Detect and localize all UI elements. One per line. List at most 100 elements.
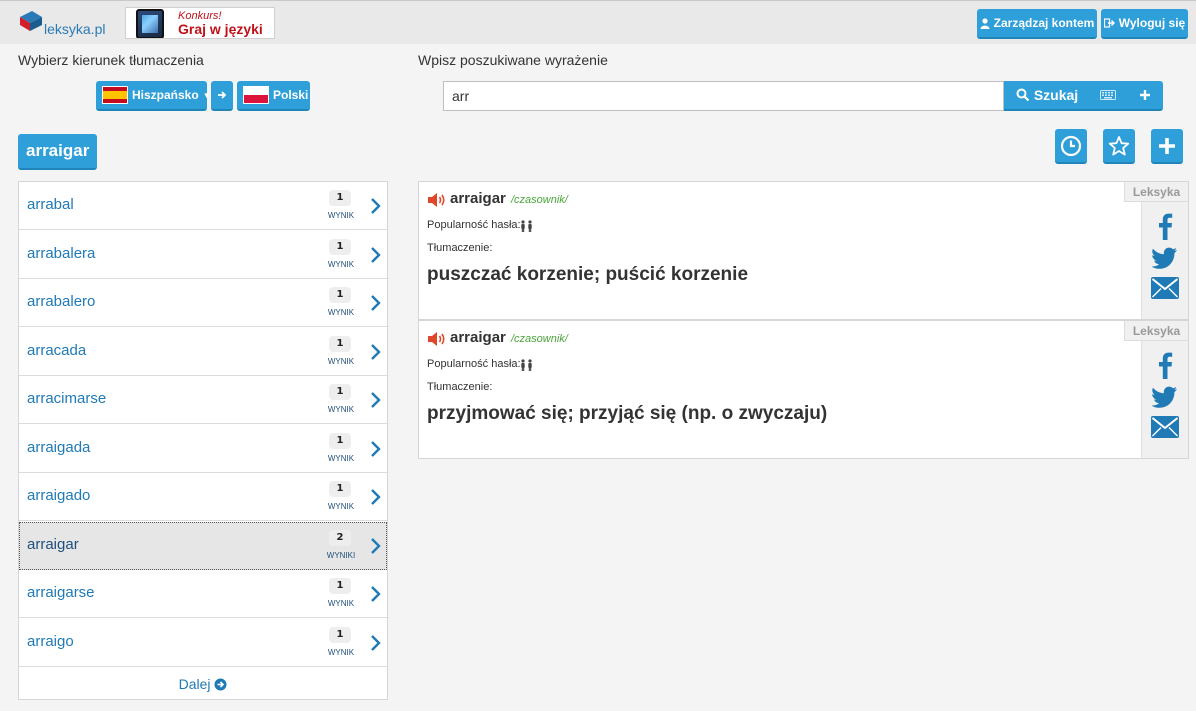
list-item[interactable]: arraigarse 1 WYNIK	[19, 570, 387, 618]
list-item-word: arracimarse	[27, 390, 107, 407]
history-button[interactable]	[1055, 129, 1087, 164]
search-button[interactable]: Szukaj	[1004, 81, 1090, 109]
logout-button[interactable]: Wyloguj się	[1101, 9, 1188, 39]
facebook-icon	[1159, 213, 1173, 240]
facebook-icon	[1159, 352, 1173, 379]
contest-banner[interactable]: Konkurs! Graj w językі	[125, 7, 275, 39]
list-item-word: arraigado	[27, 487, 91, 504]
part-of-speech: /czasownik/	[511, 333, 568, 345]
email-share-button[interactable]	[1150, 274, 1180, 302]
envelope-icon	[1151, 416, 1179, 438]
tablet-image	[136, 9, 164, 38]
chevron-right-icon	[371, 295, 381, 311]
list-item[interactable]: arraigar 2 WYNIKI	[19, 521, 387, 570]
source-language-dropdown[interactable]: Hiszpańsko ▼	[96, 81, 211, 111]
twitter-icon	[1152, 247, 1177, 269]
banner-line2: Graj w językі	[178, 21, 263, 37]
logo-text: leksyka.pl	[44, 21, 106, 37]
target-language-button[interactable]: Polski	[237, 81, 310, 111]
popularity-people-icon	[521, 359, 532, 371]
translation-entry: arraigar/czasownik/Popularność hasła: Tłu…	[418, 320, 1189, 459]
list-item[interactable]: arracimarse 1 WYNIK	[19, 376, 387, 424]
list-item-word: arraigo	[27, 632, 74, 650]
result-count-badge: 1	[329, 481, 351, 497]
list-item[interactable]: arracada 1 WYNIK	[19, 328, 387, 376]
translation-label: Tłumaczenie:	[427, 242, 493, 254]
popularity-label: Popularność hasła:	[427, 358, 521, 370]
manage-account-button[interactable]: Zarządzaj kontem	[977, 9, 1097, 39]
translation-text: puszczać korzenie; puścić korzenie	[427, 264, 749, 285]
list-item[interactable]: arrabalero 1 WYNIK	[19, 279, 387, 327]
list-item[interactable]: arrabal 1 WYNIK	[19, 182, 387, 230]
current-word-badge: arraigar	[18, 134, 98, 170]
sign-out-icon	[1103, 18, 1115, 28]
more-label: Dalej	[178, 676, 211, 692]
user-icon	[980, 17, 990, 29]
logout-label: Wyloguj się	[1118, 16, 1186, 30]
chevron-right-icon	[371, 489, 381, 505]
more-results-link[interactable]: Dalej	[19, 669, 387, 699]
chevron-right-icon	[371, 586, 381, 602]
star-icon	[1108, 135, 1130, 156]
list-item-word: arrabalero	[27, 293, 96, 310]
target-language-label: Polski	[273, 88, 309, 102]
share-sidebar	[1141, 321, 1188, 458]
list-item[interactable]: arraigada 1 WYNIK	[19, 425, 387, 473]
swap-direction-button[interactable]	[211, 81, 233, 111]
clock-icon	[1060, 135, 1082, 156]
result-count-unit: WYNIK	[327, 502, 355, 511]
add-word-button[interactable]	[1151, 129, 1183, 164]
chevron-right-icon	[371, 198, 381, 214]
envelope-icon	[1151, 277, 1179, 299]
result-count-badge: 1	[329, 384, 351, 400]
arrow-circle-right-icon	[214, 678, 227, 691]
result-count-badge: 1	[329, 335, 351, 352]
chevron-right-icon	[371, 392, 381, 408]
keyboard-icon	[1100, 90, 1116, 100]
list-item[interactable]: arraigado 1 WYNIK	[19, 473, 387, 521]
source-tag: Leksyka	[1124, 182, 1188, 202]
spain-flag-icon	[102, 86, 128, 104]
favorites-button[interactable]	[1103, 129, 1135, 164]
facebook-share-button[interactable]	[1150, 212, 1180, 240]
search-button-group: Szukaj	[1004, 81, 1163, 111]
speaker-icon[interactable]	[427, 192, 447, 208]
email-share-button[interactable]	[1150, 413, 1180, 441]
translation-text: przyjmować się; przyjąć się (np. o zwycz…	[427, 403, 828, 424]
source-tag: Leksyka	[1124, 321, 1188, 341]
speaker-icon[interactable]	[427, 331, 447, 347]
result-count-unit: WYNIK	[327, 453, 355, 463]
result-count-unit: WYNIK	[327, 405, 355, 414]
keyboard-button[interactable]	[1094, 81, 1122, 109]
result-count-badge: 1	[329, 238, 351, 255]
twitter-icon	[1152, 386, 1177, 408]
source-language-label: Hiszpańsko	[132, 88, 199, 102]
add-button[interactable]	[1130, 81, 1160, 109]
list-item-word: arrabalera	[27, 244, 96, 262]
facebook-share-button[interactable]	[1150, 351, 1180, 379]
list-item[interactable]: arraigo 1 WYNIK	[19, 619, 387, 667]
result-count-badge: 1	[329, 190, 351, 206]
twitter-share-button[interactable]	[1150, 244, 1180, 272]
share-sidebar	[1141, 182, 1188, 319]
chevron-right-icon	[371, 343, 381, 360]
book-logo-icon	[20, 11, 42, 31]
search-input[interactable]	[443, 81, 1004, 111]
result-count-unit: WYNIK	[327, 599, 355, 608]
top-bar: leksyka.pl Konkurs! Graj w językі Zarząd…	[0, 0, 1196, 44]
search-button-label: Szukaj	[1033, 87, 1079, 103]
twitter-share-button[interactable]	[1150, 383, 1180, 411]
arrow-right-icon	[218, 91, 227, 99]
plus-icon	[1159, 137, 1175, 154]
site-logo[interactable]: leksyka.pl	[16, 7, 108, 39]
word-list: arrabal 1 WYNIK arrabalera 1 WYNIK arrabalero 1…	[18, 181, 388, 700]
result-count-unit: WYNIK	[327, 356, 355, 366]
popularity-people-icon	[521, 220, 532, 232]
result-count-badge: 2	[329, 529, 351, 546]
poland-flag-icon	[243, 86, 269, 104]
headword: arraigar	[450, 190, 506, 207]
direction-label: Wybierz kierunek tłumaczenia	[18, 52, 204, 68]
list-item[interactable]: arrabalera 1 WYNIK	[19, 231, 387, 279]
result-count-unit: WYNIK	[327, 647, 355, 657]
result-count-unit: WYNIK	[327, 259, 355, 269]
